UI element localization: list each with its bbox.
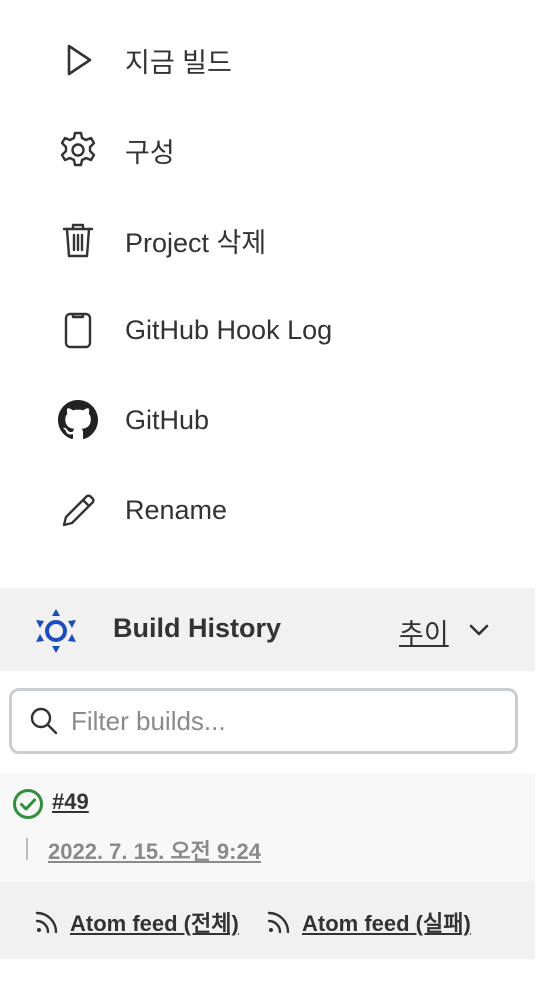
filter-builds-input[interactable] — [71, 705, 491, 737]
play-icon — [57, 39, 99, 81]
chevron-down-icon[interactable] — [466, 617, 492, 643]
rss-icon — [35, 911, 58, 934]
menu-item-label: GitHub — [125, 404, 210, 435]
atom-feeds: Atom feed (전체) Atom feed (실패) — [0, 882, 535, 959]
filter-builds-box — [9, 688, 518, 754]
atom-feed-label: Atom feed (전체) — [70, 911, 239, 936]
build-history-icon — [33, 608, 79, 654]
build-number-link[interactable]: #49 — [52, 789, 89, 815]
gear-icon — [57, 129, 99, 171]
menu-item-delete-project[interactable]: Project 삭제 — [0, 195, 554, 285]
menu-item-label: Project 삭제 — [125, 227, 267, 258]
atom-feed-all-link[interactable]: Atom feed (전체) — [34, 906, 239, 938]
menu-item-label: 지금 빌드 — [125, 47, 232, 78]
menu-item-label: Rename — [125, 494, 228, 525]
menu-item-configure[interactable]: 구성 — [0, 105, 554, 195]
build-history-title: Build History — [113, 613, 282, 643]
menu-item-label: 구성 — [125, 137, 175, 168]
build-row: #49 2022. 7. 15. 오전 9:24 — [0, 773, 535, 882]
menu-item-label: GitHub Hook Log — [125, 314, 333, 345]
success-check-icon — [12, 788, 44, 820]
menu-item-rename[interactable]: Rename — [0, 465, 554, 555]
search-icon — [29, 706, 59, 736]
atom-feed-failed-link[interactable]: Atom feed (실패) — [266, 906, 471, 938]
atom-feed-label: Atom feed (실패) — [302, 911, 471, 936]
trash-icon — [57, 219, 99, 261]
menu-item-github-hook-log[interactable]: GitHub Hook Log — [0, 285, 554, 375]
menu-item-github[interactable]: GitHub — [0, 375, 554, 465]
timeline-divider — [26, 838, 28, 860]
trend-link[interactable]: 추이 — [399, 612, 449, 651]
build-history-header: Build History 추이 — [0, 588, 535, 671]
clipboard-icon — [57, 309, 99, 351]
github-icon — [57, 399, 99, 441]
rss-icon — [267, 911, 290, 934]
side-menu: 지금 빌드 구성 Project 삭제 GitHub Hook Log GitH… — [0, 15, 554, 555]
pencil-icon — [57, 489, 99, 531]
build-date-link[interactable]: 2022. 7. 15. 오전 9:24 — [48, 834, 261, 866]
menu-item-build-now[interactable]: 지금 빌드 — [0, 15, 554, 105]
